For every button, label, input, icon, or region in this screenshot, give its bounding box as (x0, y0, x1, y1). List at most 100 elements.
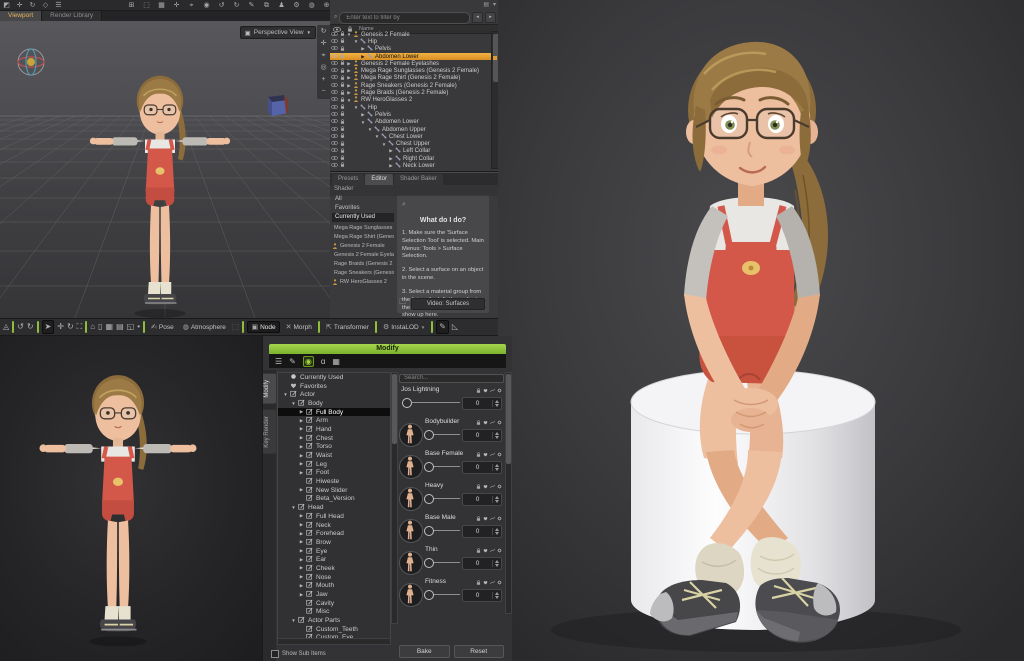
filter-prev-icon[interactable]: ◂ (472, 12, 483, 23)
zoom-out-icon[interactable]: − (321, 88, 325, 96)
morph-tree-row[interactable]: ▶Ear (278, 555, 390, 564)
expand-caret[interactable]: ▶ (298, 461, 305, 467)
expand-caret[interactable]: ▼ (282, 392, 289, 397)
dot-icon[interactable]: • (137, 321, 140, 333)
scene-tree-row[interactable]: ▼Hip (330, 104, 492, 111)
morph-tree-row[interactable]: ▼Head (278, 503, 390, 512)
stepper-up-icon[interactable] (495, 432, 499, 435)
gear-icon[interactable] (497, 450, 502, 459)
scene-search-input[interactable] (339, 12, 470, 24)
visibility-eye-icon[interactable] (330, 61, 338, 67)
slider-knob[interactable] (424, 462, 434, 472)
gear-icon[interactable] (497, 386, 502, 395)
expand-caret[interactable]: ▶ (298, 453, 305, 459)
lock-icon[interactable] (338, 133, 346, 140)
brush-icon[interactable]: ✎ (289, 357, 296, 366)
lock-icon[interactable] (338, 97, 346, 104)
visibility-eye-icon[interactable] (330, 75, 338, 81)
surface-scene-item[interactable]: Genesis 2 Female Eyelas (332, 250, 394, 259)
visibility-eye-icon[interactable] (330, 39, 338, 45)
expand-caret[interactable]: ▶ (298, 435, 305, 441)
frame-icon[interactable]: ⬚ (142, 1, 151, 10)
expand-caret[interactable]: ▼ (290, 505, 297, 510)
visibility-eye-icon[interactable] (330, 90, 338, 96)
value-stepper[interactable] (492, 400, 501, 407)
slider-value-box[interactable]: 0 (462, 429, 502, 442)
undo-icon[interactable]: ↺ (217, 1, 226, 10)
node-button[interactable]: ▣Node (247, 321, 279, 333)
flag-icon[interactable]: ◬ (3, 321, 9, 333)
expand-caret[interactable]: ▶ (298, 522, 305, 528)
scene-tree-row[interactable]: ▼Abdomen Lower (330, 119, 492, 126)
visibility-eye-icon[interactable] (330, 32, 338, 38)
options-icon[interactable]: ☰ (275, 357, 282, 366)
slider-value-box[interactable]: 0 (462, 397, 502, 410)
surfaces-tab-shader-baker[interactable]: Shader Baker (394, 174, 443, 185)
lock-icon[interactable] (338, 68, 346, 75)
stepper-up-icon[interactable] (495, 528, 499, 531)
camera-selector[interactable]: ▣ Perspective View ▼ (240, 26, 316, 39)
stepper-down-icon[interactable] (495, 500, 499, 503)
lock-icon[interactable] (338, 82, 346, 89)
node-select-tool-icon[interactable]: ➤ (42, 320, 55, 334)
home-icon[interactable]: ⌂ (90, 321, 95, 333)
lock-icon[interactable] (476, 578, 481, 587)
gear-icon[interactable] (497, 514, 502, 523)
split-view-icon[interactable]: ▤ (116, 321, 124, 333)
scene-tree-row[interactable]: ▼Abdomen Upper (330, 126, 492, 133)
stepper-down-icon[interactable] (495, 596, 499, 599)
favorite-icon[interactable] (483, 482, 488, 491)
lock-icon[interactable] (338, 162, 346, 169)
uv-grid-icon[interactable]: ▦ (332, 357, 340, 366)
lock-icon[interactable] (476, 482, 481, 491)
slider-knob[interactable] (424, 526, 434, 536)
slider-knob[interactable] (424, 590, 434, 600)
surface-scene-item[interactable]: Rage Braids (Genesis 2 F (332, 259, 394, 268)
expand-caret[interactable]: ▶ (298, 592, 305, 598)
lock-icon[interactable] (476, 386, 481, 395)
spline-icon[interactable] (490, 418, 495, 427)
expand-caret[interactable]: ▶ (298, 539, 305, 545)
visibility-eye-icon[interactable] (330, 46, 338, 52)
lock-icon[interactable] (476, 450, 481, 459)
morph-tree-row[interactable]: Cavity (278, 599, 390, 608)
visibility-eye-icon[interactable] (330, 119, 338, 125)
scene-tree-row[interactable]: ▼Chest Upper (330, 140, 492, 147)
expand-caret[interactable]: ▶ (298, 409, 305, 415)
value-stepper[interactable] (492, 432, 501, 439)
morph-tree-row[interactable]: ▼Body (278, 399, 390, 408)
expand-caret[interactable]: ▶ (298, 487, 305, 493)
value-stepper[interactable] (492, 528, 501, 535)
eye-icon[interactable]: ◉ (303, 356, 314, 367)
expand-caret[interactable]: ▼ (290, 401, 297, 406)
spline-icon[interactable] (490, 546, 495, 555)
settings-icon[interactable]: ⚙ (292, 1, 301, 10)
filter-item[interactable]: Currently Used (332, 213, 394, 222)
slider-value-box[interactable]: 0 (462, 557, 502, 570)
undo-icon[interactable]: ↺ (17, 321, 24, 333)
surface-scene-item[interactable]: Rage Sneakers (Genesis (332, 268, 394, 277)
morph-tree-row[interactable]: ▶Cheek (278, 564, 390, 573)
morph-tree-row[interactable]: Hiweste (278, 477, 390, 486)
expand-caret[interactable]: ▶ (298, 583, 305, 589)
video-surfaces-button[interactable]: Video: Surfaces (411, 298, 485, 310)
surfaces-tab-presets[interactable]: Presets (332, 174, 364, 185)
morph-tree-row[interactable]: ▶Jaw (278, 590, 390, 599)
lock-icon[interactable] (338, 31, 346, 38)
visibility-eye-icon[interactable] (330, 83, 338, 89)
expand-caret[interactable]: ▶ (298, 574, 305, 580)
expand-caret[interactable]: ▶ (298, 444, 305, 450)
visibility-eye-icon[interactable] (330, 156, 338, 162)
scale-tool-icon[interactable]: ⛶ (77, 321, 83, 333)
lock-icon[interactable] (338, 90, 346, 97)
stepper-down-icon[interactable] (495, 404, 499, 407)
view-cube-gizmo[interactable] (262, 91, 292, 119)
expand-caret[interactable]: ▼ (290, 618, 297, 623)
slider-track[interactable] (425, 594, 460, 595)
morph-tree-row[interactable]: Favorites (278, 382, 390, 391)
lock-icon[interactable] (476, 418, 481, 427)
visibility-eye-icon[interactable] (330, 112, 338, 118)
lock-icon[interactable] (338, 75, 346, 82)
visibility-eye-icon[interactable] (330, 134, 338, 140)
expand-caret[interactable]: ▶ (298, 418, 305, 424)
